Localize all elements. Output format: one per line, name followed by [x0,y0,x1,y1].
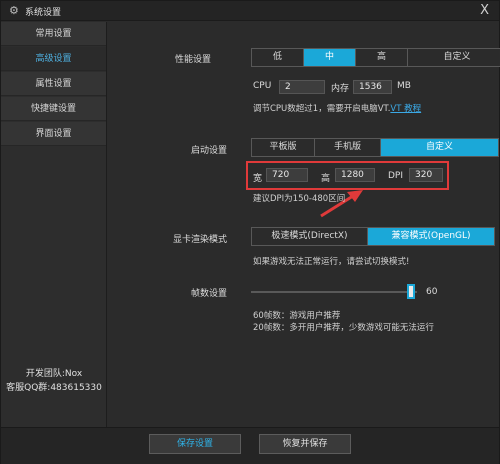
performance-option-high[interactable]: 高 [356,49,408,66]
highlight-box [246,161,449,190]
memory-unit: MB [397,81,411,91]
sidebar-item-advanced[interactable]: 高级设置 [1,47,106,71]
fps-slider-thumb[interactable] [407,284,415,299]
cpu-input[interactable]: 2 [279,80,325,94]
fps-hint-20: 20帧数：多开用户推荐，少数游戏可能无法运行 [253,323,434,333]
startup-option-custom[interactable]: 自定义 [381,139,498,156]
performance-option-custom[interactable]: 自定义 [408,49,500,66]
reset-save-button[interactable]: 恢复并保存 [259,434,351,454]
bottom-bar: 保存设置 恢复并保存 [1,427,499,464]
sidebar-item-common[interactable]: 常用设置 [1,22,106,46]
window-title: 系统设置 [25,8,62,18]
dpi-hint: 建议DPI为150-480区间 [253,194,346,204]
sidebar: 常用设置 高级设置 属性设置 快捷键设置 界面设置 开发团队:Nox 客服QQ群… [1,22,107,427]
fps-hint-60: 60帧数：游戏用户推荐 [253,311,341,321]
render-option-opengl[interactable]: 兼容模式(OpenGL) [368,228,494,245]
cpu-hint-text: 调节CPU数超过1，需要开启电脑VT. [253,104,391,114]
settings-window: ⚙ 系统设置 X 常用设置 高级设置 属性设置 快捷键设置 界面设置 开发团队:… [0,0,500,464]
vt-tutorial-link[interactable]: VT 教程 [390,104,421,114]
sidebar-item-shortcuts[interactable]: 快捷键设置 [1,97,106,121]
render-hint: 如果游戏无法正常运行，请尝试切换模式! [253,257,410,267]
startup-option-phone[interactable]: 手机版 [315,139,381,156]
render-label: 显卡渲染模式 [173,235,228,245]
cpu-label: CPU [253,81,272,91]
startup-label: 启动设置 [191,146,228,156]
fps-slider-track[interactable] [251,291,417,293]
title-bar[interactable]: ⚙ 系统设置 X [1,1,499,21]
sidebar-item-properties[interactable]: 属性设置 [1,72,106,96]
startup-segmented: 平板版 手机版 自定义 [251,138,499,157]
fps-value: 60 [426,287,438,297]
performance-label: 性能设置 [175,55,212,65]
render-segmented: 极速模式(DirectX) 兼容模式(OpenGL) [251,227,495,246]
dev-team-text: 开发团队:Nox [25,369,83,379]
memory-label: 内存 [331,84,350,94]
gear-icon: ⚙ [9,4,19,17]
performance-option-medium[interactable]: 中 [304,49,356,66]
support-qq-text: 客服QQ群:483615330 [6,383,102,393]
fps-label: 帧数设置 [191,289,228,299]
save-button[interactable]: 保存设置 [149,434,241,454]
sidebar-item-interface[interactable]: 界面设置 [1,122,106,146]
startup-option-tablet[interactable]: 平板版 [252,139,315,156]
performance-segmented: 低 中 高 自定义 [251,48,500,67]
advanced-settings-panel: 性能设置 低 中 高 自定义 CPU 2 内存 1536 MB 调节CPU数超过… [108,22,500,427]
memory-input[interactable]: 1536 [353,80,392,94]
performance-option-low[interactable]: 低 [252,49,304,66]
cpu-hint: 调节CPU数超过1，需要开启电脑VT.VT 教程 [253,102,421,114]
render-option-directx[interactable]: 极速模式(DirectX) [252,228,368,245]
close-button[interactable]: X [480,3,489,18]
